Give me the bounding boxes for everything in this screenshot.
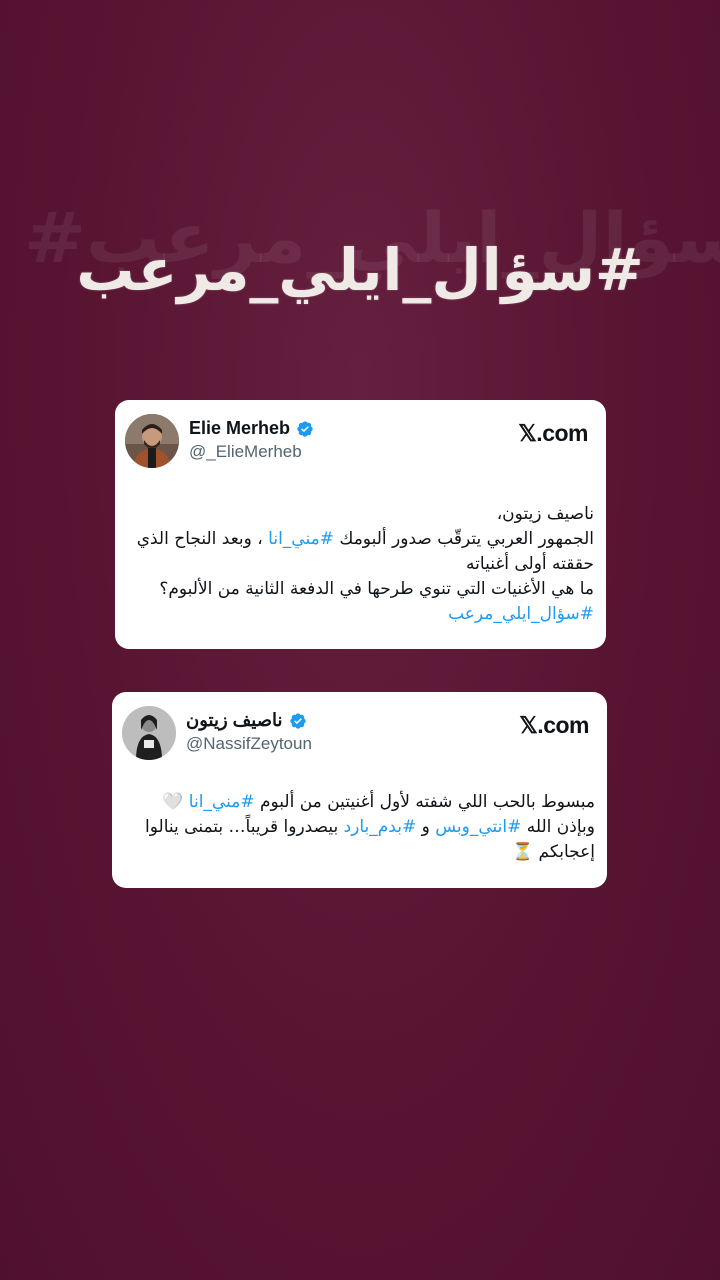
hashtag-link[interactable]: #بدم_بارد xyxy=(344,817,417,837)
avatar-nassif[interactable] xyxy=(122,706,176,760)
hashtag-link[interactable]: #انتي_وبس xyxy=(435,817,521,837)
author-name[interactable]: Elie Merheb xyxy=(189,418,314,439)
headline-text: #سؤال_ايلي_مرعب xyxy=(76,236,644,304)
hashtag-link[interactable]: #سؤال_ايلي_مرعب xyxy=(448,604,594,624)
tweet-line: الجمهور العربي يترقّب صدور ألبومك #مني_ا… xyxy=(136,529,594,574)
hashtag-link[interactable]: #مني_انا xyxy=(189,792,255,812)
tweet-text: مبسوط بالحب اللي شفته لأول أغنيتين من أل… xyxy=(145,792,595,862)
x-logo-site[interactable]: 𝕏.com xyxy=(519,712,589,739)
tweet-card-nassif[interactable]: ناصيف زيتون @NassifZeytoun 𝕏.com مبسوط ب… xyxy=(112,692,607,888)
tweet-card-elie[interactable]: Elie Merheb @_ElieMerheb 𝕏.com ناصيف زيت… xyxy=(115,400,606,649)
x-logo-site[interactable]: 𝕏.com xyxy=(518,420,588,447)
verified-badge-icon xyxy=(297,420,313,437)
headline: #سؤال_ايلي_مرعب #سؤال_ايلي_مرعب xyxy=(24,195,720,345)
tweet-line: ناصيف زيتون، xyxy=(496,504,594,524)
hashtag-link[interactable]: #مني_انا xyxy=(268,529,334,549)
hourglass-icon: ⏳ xyxy=(511,842,534,862)
white-heart-icon: 🤍 xyxy=(162,792,189,812)
author-name[interactable]: ناصيف زيتون xyxy=(186,710,307,731)
avatar-elie[interactable] xyxy=(125,414,179,468)
tweet-text: ناصيف زيتون، الجمهور العربي يترقّب صدور … xyxy=(124,502,594,627)
verified-badge-icon xyxy=(289,712,306,729)
tweet-line: ما هي الأغنيات التي تنوي طرحها في الدفعة… xyxy=(159,579,594,624)
author-handle[interactable]: @NassifZeytoun xyxy=(186,734,312,754)
author-handle[interactable]: @_ElieMerheb xyxy=(189,442,302,462)
